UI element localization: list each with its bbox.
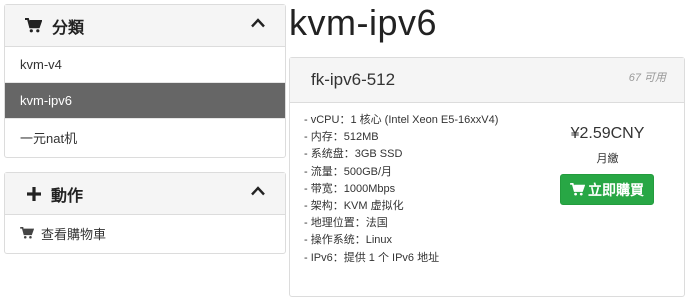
category-item-label: 一元nat机 bbox=[20, 130, 78, 146]
product-name: fk-ipv6-512 bbox=[311, 70, 396, 89]
buy-now-button[interactable]: 立即購買 bbox=[560, 174, 654, 205]
plus-icon bbox=[27, 186, 41, 201]
view-cart-label: 查看購物車 bbox=[41, 226, 107, 242]
product-price: ¥2.59CNY bbox=[570, 125, 645, 142]
spec-line: - IPv6：提供 1 个 IPv6 地址 bbox=[304, 251, 440, 264]
billing-cycle: 月繳 bbox=[596, 153, 619, 165]
spec-line: - 内存：512MB bbox=[304, 131, 379, 144]
shopping-cart-icon bbox=[570, 183, 585, 196]
spec-line: - 带宽：1000Mbps bbox=[304, 182, 396, 195]
category-item-kvm-ipv6[interactable]: kvm-ipv6 bbox=[5, 83, 285, 119]
chevron-up-icon[interactable] bbox=[251, 186, 265, 196]
categories-panel: 分類 kvm-v4 kvm-ipv6 一元nat机 bbox=[4, 4, 286, 158]
product-specs: - vCPU：1 核心 (Intel Xeon E5-16xxV4) - 内存：… bbox=[304, 112, 498, 267]
product-header: fk-ipv6-512 67 可用 bbox=[290, 58, 684, 103]
category-item-label: kvm-v4 bbox=[20, 57, 62, 72]
availability-label: 67 可用 bbox=[628, 72, 666, 84]
page-title: kvm-ipv6 bbox=[289, 2, 438, 43]
shopping-cart-icon bbox=[20, 227, 34, 239]
chevron-up-icon[interactable] bbox=[251, 18, 265, 28]
buy-now-label: 立即購買 bbox=[588, 181, 644, 198]
actions-panel-header[interactable]: 動作 bbox=[5, 173, 285, 215]
actions-title: 動作 bbox=[51, 187, 84, 205]
category-item-label: kvm-ipv6 bbox=[20, 93, 73, 108]
category-item-nat[interactable]: 一元nat机 bbox=[5, 119, 285, 155]
product-card: fk-ipv6-512 67 可用 - vCPU：1 核心 (Intel Xeo… bbox=[289, 57, 685, 297]
spec-line: - 系统盘：3GB SSD bbox=[304, 148, 403, 161]
view-cart-link[interactable]: 查看購物車 bbox=[5, 215, 285, 251]
spec-line: - 地理位置：法国 bbox=[304, 217, 388, 230]
actions-panel: 動作 查看購物車 bbox=[4, 172, 286, 254]
category-item-kvm-v4[interactable]: kvm-v4 bbox=[5, 47, 285, 83]
spec-line: - vCPU：1 核心 (Intel Xeon E5-16xxV4) bbox=[304, 114, 499, 126]
spec-line: - 架构：KVM 虚拟化 bbox=[304, 200, 404, 213]
categories-panel-header[interactable]: 分類 bbox=[5, 5, 285, 47]
categories-title: 分類 bbox=[52, 19, 85, 37]
shopping-cart-icon bbox=[25, 18, 42, 33]
spec-line: - 操作系统：Linux bbox=[304, 234, 393, 247]
spec-line: - 流量：500GB/月 bbox=[304, 165, 393, 178]
